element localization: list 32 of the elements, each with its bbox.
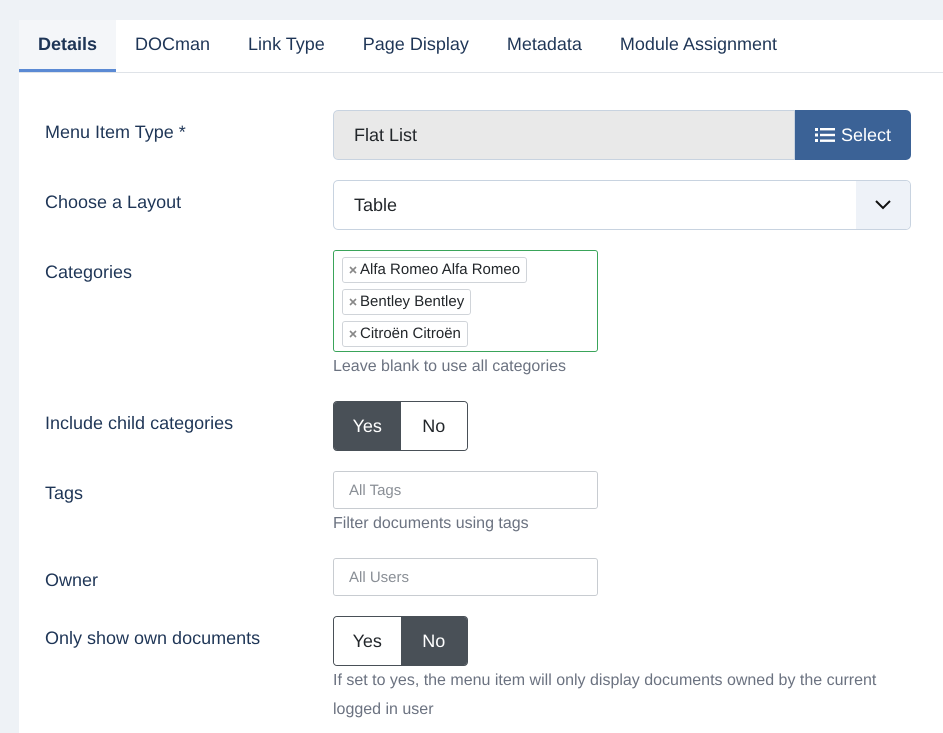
category-tag: Citroën Citroën [342,321,468,347]
help-text: If set to yes, the menu item will only display documents owned by the current logged in user [333,671,878,720]
tab[interactable]: Metadata [488,20,601,72]
tab[interactable]: Details [19,20,116,72]
toggle-option[interactable]: Yes [334,402,400,450]
field-label: Only show own documents [45,627,262,650]
close-icon[interactable] [349,330,357,338]
tab[interactable]: DOCman [116,20,230,72]
close-icon[interactable] [349,298,357,306]
chevron-down-icon [875,200,891,210]
menu-item-type-field: Flat List [333,110,795,160]
input-field[interactable]: All Tags [333,471,598,509]
field-label: Choose a Layout [45,191,182,214]
categories-field[interactable]: Alfa Romeo Alfa Romeo Bentley Bentley Citroën Citroën [333,250,598,352]
category-tag: Bentley Bentley [342,289,472,315]
help-text: Leave blank to use all categories [333,357,568,377]
field-label: Owner [45,569,100,592]
tab[interactable]: Module Assignment [600,20,796,72]
tab[interactable]: Page Display [344,20,488,72]
field-label: Menu Item Type * [45,121,187,144]
list-icon [814,127,835,143]
field-label: Include child categories [45,412,234,435]
category-tag: Alfa Romeo Alfa Romeo [342,257,528,283]
input-field[interactable]: All Users [333,558,598,596]
help-text: Filter documents using tags [333,514,530,534]
close-icon[interactable] [349,266,357,274]
layout-dropdown[interactable]: Table [333,180,911,230]
select-button[interactable]: Select [794,110,911,160]
field-label: Categories [45,261,134,284]
field-label: Tags [45,482,84,505]
toggle-option[interactable]: No [400,617,467,665]
tab[interactable]: Link Type [229,20,344,72]
